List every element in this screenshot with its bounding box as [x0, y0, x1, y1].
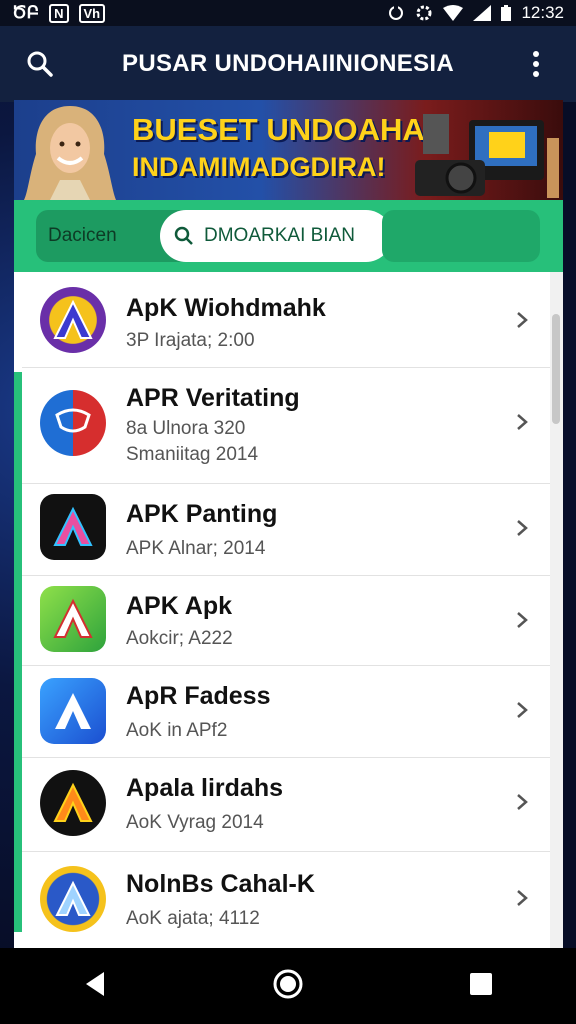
app-a-purple-icon: [40, 287, 106, 353]
status-label-1: ԾԲ: [12, 3, 40, 22]
search-icon: [27, 51, 53, 77]
list-item[interactable]: ApK Wiohdmahk 3P Irajata; 2:00: [22, 272, 552, 368]
recents-icon: [470, 972, 492, 995]
app-a-black-icon: [40, 494, 106, 560]
app-meta: Aokcir; A222: [126, 628, 233, 649]
home-icon: [273, 969, 303, 998]
app-meta: 3P Irajata; 2:00: [126, 330, 255, 351]
chevron-right-icon: [517, 414, 528, 430]
scrollbar[interactable]: [550, 272, 563, 948]
chevron-right-icon: [517, 890, 528, 906]
chevron-right-icon: [517, 520, 528, 536]
chevron-right-icon: [517, 612, 528, 628]
chevron-right-icon: [517, 794, 528, 810]
search-field-text: DMOARKAI BIAN: [204, 225, 355, 246]
search-field[interactable]: DMOARKAI BIAN: [160, 210, 392, 262]
category-label: Dacicen: [48, 225, 117, 246]
app-badge-icon: [40, 866, 106, 932]
chevron-right-icon: [517, 702, 528, 718]
search-button[interactable]: [20, 44, 60, 84]
back-icon: [86, 971, 104, 996]
settings-icon: [416, 5, 432, 21]
app-name: APK Panting: [126, 500, 278, 528]
list-item[interactable]: Apala lirdahs AoK Vyrag 2014: [22, 758, 552, 852]
search-small-icon: [174, 226, 193, 245]
app-meta: APK Alnar; 2014: [126, 538, 266, 559]
app-list: ApK Wiohdmahk 3P Irajata; 2:00 APR Verit…: [22, 272, 552, 948]
app-meta: Smaniitag 2014: [126, 444, 259, 465]
wifi-icon: [443, 5, 464, 21]
status-bar: ԾԲ N Vh 12:32: [0, 0, 576, 26]
app-bar: PUSAR UNDOHAIINIONESIA: [0, 26, 576, 102]
app-name: Apala lirdahs: [126, 774, 283, 802]
battery-icon: [501, 5, 512, 21]
banner-subheadline: INDAMIMADGDIRA!: [132, 152, 386, 182]
category-tab[interactable]: Dacicen DMOARKAI BIAN: [36, 210, 392, 262]
more-vert-icon: [533, 51, 539, 77]
system-nav-bar: [0, 948, 576, 1024]
status-icons-right: 12:32: [387, 3, 564, 23]
chevron-right-icon: [517, 312, 528, 328]
app-meta: AoK in APf2: [126, 720, 228, 741]
app-a-blue-icon: [40, 678, 106, 744]
recents-button[interactable]: [468, 971, 494, 1002]
app-a-orange-icon: [40, 770, 106, 836]
app-name: ApR Fadess: [126, 682, 271, 710]
list-item[interactable]: NolnBs Cahal-K AoK ajata; 4112: [22, 852, 552, 948]
app-name: APR Veritating: [126, 384, 300, 412]
filter-button[interactable]: [382, 210, 540, 262]
app-title: PUSAR UNDOHAIINIONESIA: [122, 50, 454, 77]
signal-icon: [473, 5, 492, 21]
back-button[interactable]: [82, 970, 108, 1003]
app-meta: AoK Vyrag 2014: [126, 812, 264, 833]
more-options-button[interactable]: [516, 44, 556, 84]
status-time: 12:32: [521, 3, 564, 22]
app-name: APK Apk: [126, 592, 233, 620]
category-search-band: Dacicen DMOARKAI BIAN: [14, 200, 563, 272]
list-item[interactable]: APK Apk Aokcir; A222: [22, 576, 552, 666]
banner-headline: BUESET UNDOAHAN: [132, 112, 448, 147]
app-name: NolnBs Cahal-K: [126, 870, 315, 898]
list-item[interactable]: APR Veritating 8a Ulnora 320 Smaniitag 2…: [22, 368, 552, 484]
app-meta: AoK ajata; 4112: [126, 908, 260, 929]
status-icons-left: ԾԲ N Vh: [12, 3, 106, 23]
app-a-green-icon: [40, 586, 106, 652]
list-accent-strip: [14, 272, 22, 948]
home-button[interactable]: [272, 968, 304, 1005]
promo-banner[interactable]: BUESET UNDOAHAN INDAMIMADGDIRA!: [14, 100, 563, 200]
scrollbar-thumb[interactable]: [552, 314, 560, 424]
app-name: ApK Wiohdmahk: [126, 294, 326, 322]
app-shield-icon: [40, 390, 106, 456]
status-label-3: Vh: [78, 3, 106, 23]
camera-setup-image: [415, 114, 559, 198]
list-item[interactable]: ApR Fadess AoK in APf2: [22, 666, 552, 758]
rotate-icon: [389, 6, 404, 20]
woman-hijab-image: [24, 106, 116, 200]
list-item[interactable]: APK Panting APK Alnar; 2014: [22, 484, 552, 576]
status-label-2: N: [49, 3, 69, 23]
app-meta: 8a Ulnora 320: [126, 418, 246, 439]
